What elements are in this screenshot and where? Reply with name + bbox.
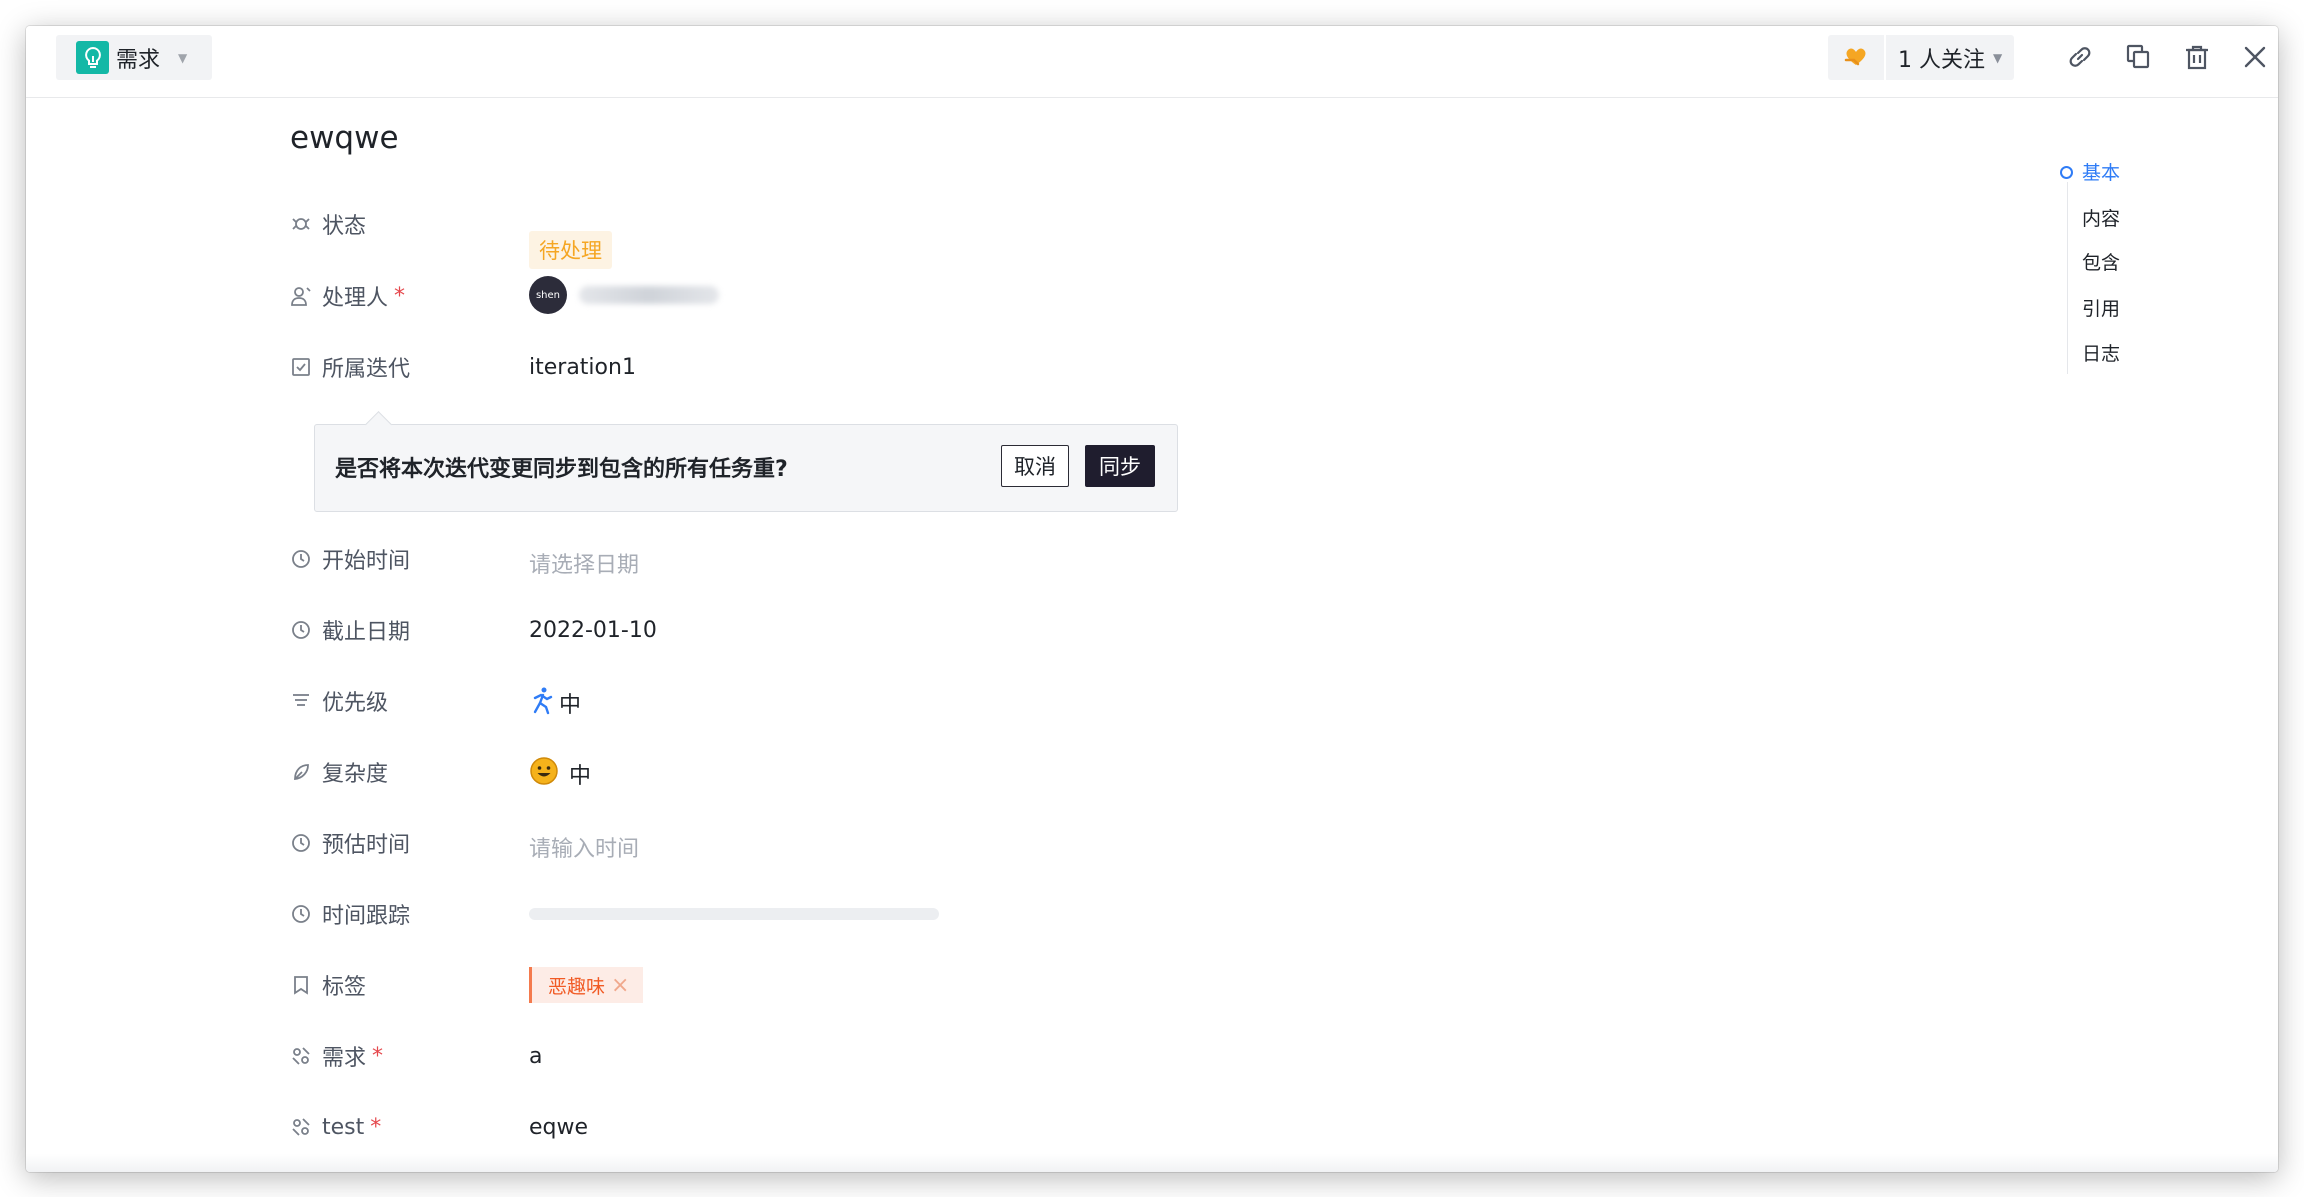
- clock-icon: [290, 548, 312, 570]
- item-type-label: 需求: [116, 47, 161, 73]
- tags-value[interactable]: 恶趣味 ×: [529, 967, 644, 1003]
- close-icon[interactable]: ×: [611, 973, 629, 998]
- tag-icon: [290, 974, 312, 996]
- heart-hand-icon: [1842, 44, 1870, 72]
- anchor-item-includes[interactable]: 包含: [2082, 248, 2120, 275]
- field-complexity: 复杂度: [290, 754, 505, 790]
- field-label: 复杂度: [322, 762, 389, 787]
- estimate-input[interactable]: 请输入时间: [529, 831, 639, 863]
- sync-iteration-popconfirm: 是否将本次迭代变更同步到包含的所有任务重? 取消 同步: [314, 424, 1178, 512]
- test-value[interactable]: eqwe: [529, 1115, 588, 1140]
- progress-track: [529, 908, 939, 920]
- tag-chip[interactable]: 恶趣味 ×: [529, 967, 644, 1003]
- field-priority: 优先级: [290, 683, 505, 719]
- anchor-line: [2067, 182, 2068, 374]
- priority-label: 中: [559, 693, 582, 718]
- avatar: shen: [529, 276, 567, 314]
- field-label: 截止日期: [322, 620, 411, 645]
- clock-icon: [290, 903, 312, 925]
- item-title[interactable]: ewqwe: [290, 120, 399, 156]
- field-start-time: 开始时间: [290, 541, 505, 577]
- chevron-down-icon: ▼: [1993, 50, 2003, 65]
- bottom-fade: [26, 1154, 2278, 1172]
- custom-field-icon: [290, 1116, 312, 1138]
- followers-count: 1 人关注: [1898, 47, 1985, 73]
- iteration-value[interactable]: iteration1: [529, 355, 636, 380]
- required-mark: *: [370, 1114, 382, 1140]
- active-anchor-dot: [2060, 166, 2073, 179]
- time-tracking-progress[interactable]: [529, 908, 939, 920]
- assignee-name-blurred: [579, 286, 719, 304]
- close-icon[interactable]: [2237, 39, 2273, 75]
- anchor-item-references[interactable]: 引用: [2082, 294, 2120, 321]
- complexity-value[interactable]: 中: [529, 756, 591, 792]
- followers-dropdown[interactable]: 1 人关注 ▼: [1886, 35, 2015, 80]
- status-badge[interactable]: 待处理: [529, 231, 612, 269]
- sync-button[interactable]: 同步: [1085, 445, 1155, 487]
- follow-button[interactable]: [1828, 35, 1884, 80]
- anchor-nav: 基本 内容 包含 引用 日志: [2038, 154, 2138, 374]
- iteration-icon: [290, 356, 312, 378]
- anchor-item-log[interactable]: 日志: [2082, 339, 2120, 366]
- field-status: 状态: [290, 206, 505, 242]
- copy-icon[interactable]: [2120, 39, 2156, 75]
- status-value[interactable]: 待处理: [529, 231, 612, 269]
- clock-icon: [290, 832, 312, 854]
- item-type-select[interactable]: 需求 ▼: [56, 35, 212, 80]
- running-person-icon: [529, 685, 555, 721]
- smile-emoji-icon: [529, 756, 559, 792]
- top-bar: 需求 ▼ 1 人关注 ▼: [26, 26, 2278, 98]
- anchor-item-content[interactable]: 内容: [2082, 204, 2120, 231]
- chevron-down-icon: ▼: [178, 50, 188, 65]
- clock-icon: [290, 619, 312, 641]
- trash-icon[interactable]: [2179, 39, 2215, 75]
- cancel-button[interactable]: 取消: [1001, 445, 1069, 487]
- leaf-icon: [290, 761, 312, 783]
- field-label: 处理人: [322, 286, 389, 311]
- field-requirement: 需求 *: [290, 1038, 505, 1074]
- priority-value[interactable]: 中: [529, 685, 581, 721]
- user-icon: [290, 285, 312, 307]
- field-label: 标签: [322, 975, 367, 1000]
- link-icon[interactable]: [2062, 39, 2098, 75]
- field-label: 预估时间: [322, 833, 411, 858]
- requirement-value[interactable]: a: [529, 1044, 542, 1069]
- field-tags: 标签: [290, 967, 505, 1003]
- follow-group: 1 人关注 ▼: [1828, 35, 2015, 80]
- field-label: 优先级: [322, 691, 389, 716]
- field-time-tracking: 时间跟踪: [290, 896, 505, 932]
- tag-label: 恶趣味: [548, 975, 606, 998]
- field-label: 所属迭代: [322, 357, 411, 382]
- complexity-label: 中: [569, 764, 592, 789]
- custom-field-icon: [290, 1045, 312, 1067]
- bulb-icon: [76, 41, 109, 74]
- popconfirm-message: 是否将本次迭代变更同步到包含的所有任务重?: [335, 457, 788, 482]
- field-label: 需求: [322, 1046, 367, 1071]
- field-assignee: 处理人 *: [290, 278, 505, 314]
- field-label: 状态: [322, 214, 367, 239]
- anchor-item-basic[interactable]: 基本: [2082, 158, 2120, 185]
- field-test: test *: [290, 1109, 505, 1145]
- required-mark: *: [394, 283, 406, 309]
- field-iteration: 所属迭代: [290, 349, 505, 385]
- priority-icon: [290, 690, 312, 712]
- field-label: test: [322, 1114, 365, 1140]
- assignee-value[interactable]: shen: [529, 276, 719, 314]
- field-label: 开始时间: [322, 549, 411, 574]
- status-icon: [290, 213, 312, 235]
- field-estimate: 预估时间: [290, 825, 505, 861]
- required-mark: *: [372, 1043, 384, 1069]
- field-due-date: 截止日期: [290, 612, 505, 648]
- field-label: 时间跟踪: [322, 904, 411, 929]
- start-date-picker[interactable]: 请选择日期: [529, 547, 639, 579]
- due-date-value[interactable]: 2022-01-10: [529, 618, 657, 643]
- detail-window: 需求 ▼ 1 人关注 ▼ ewqwe 状态 待处理 处理人 * shen 所属迭…: [26, 26, 2278, 1172]
